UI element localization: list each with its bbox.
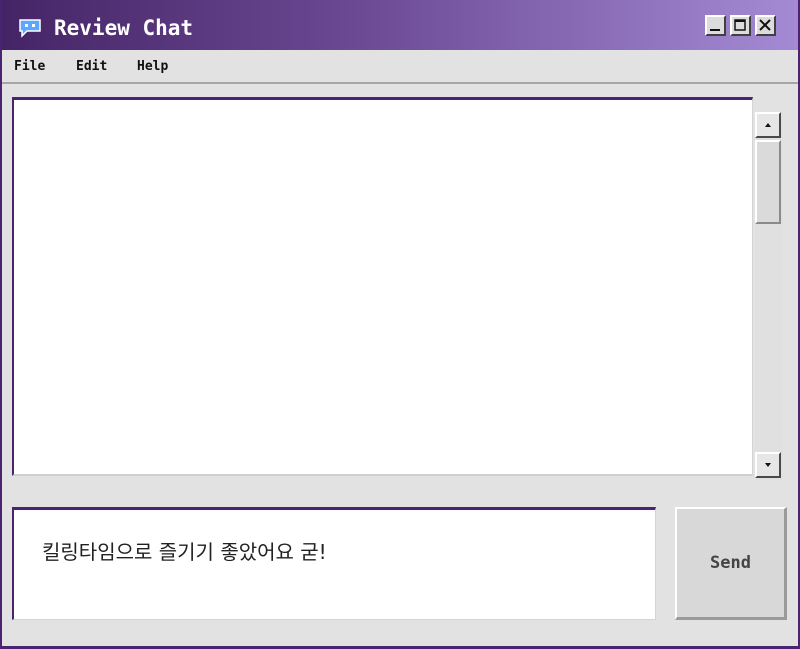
maximize-icon: [734, 19, 746, 31]
chat-bubble-icon: [18, 18, 42, 38]
menu-edit[interactable]: Edit: [76, 59, 107, 74]
chat-log[interactable]: [12, 97, 753, 476]
close-icon: [759, 19, 771, 31]
maximize-button[interactable]: [730, 15, 751, 36]
chat-log-scrollbar[interactable]: [755, 112, 783, 480]
scroll-thumb[interactable]: [755, 140, 781, 224]
menu-file[interactable]: File: [14, 59, 45, 74]
arrow-down-icon: [765, 463, 771, 467]
title-bar[interactable]: Review Chat: [2, 0, 798, 50]
arrow-up-icon: [765, 123, 771, 127]
review-chat-window: Review Chat File Edit Help 킬링타임으로 즐기기 좋았…: [0, 0, 800, 649]
menu-bar: File Edit Help: [2, 50, 798, 84]
window-title: Review Chat: [54, 16, 194, 40]
minimize-icon: [710, 29, 720, 31]
scroll-up-button[interactable]: [755, 112, 781, 138]
menu-help[interactable]: Help: [137, 59, 168, 74]
message-input[interactable]: 킬링타임으로 즐기기 좋았어요 굳!: [12, 507, 656, 620]
send-button[interactable]: Send: [675, 507, 787, 620]
close-button[interactable]: [755, 15, 776, 36]
scroll-down-button[interactable]: [755, 452, 781, 478]
minimize-button[interactable]: [705, 15, 726, 36]
